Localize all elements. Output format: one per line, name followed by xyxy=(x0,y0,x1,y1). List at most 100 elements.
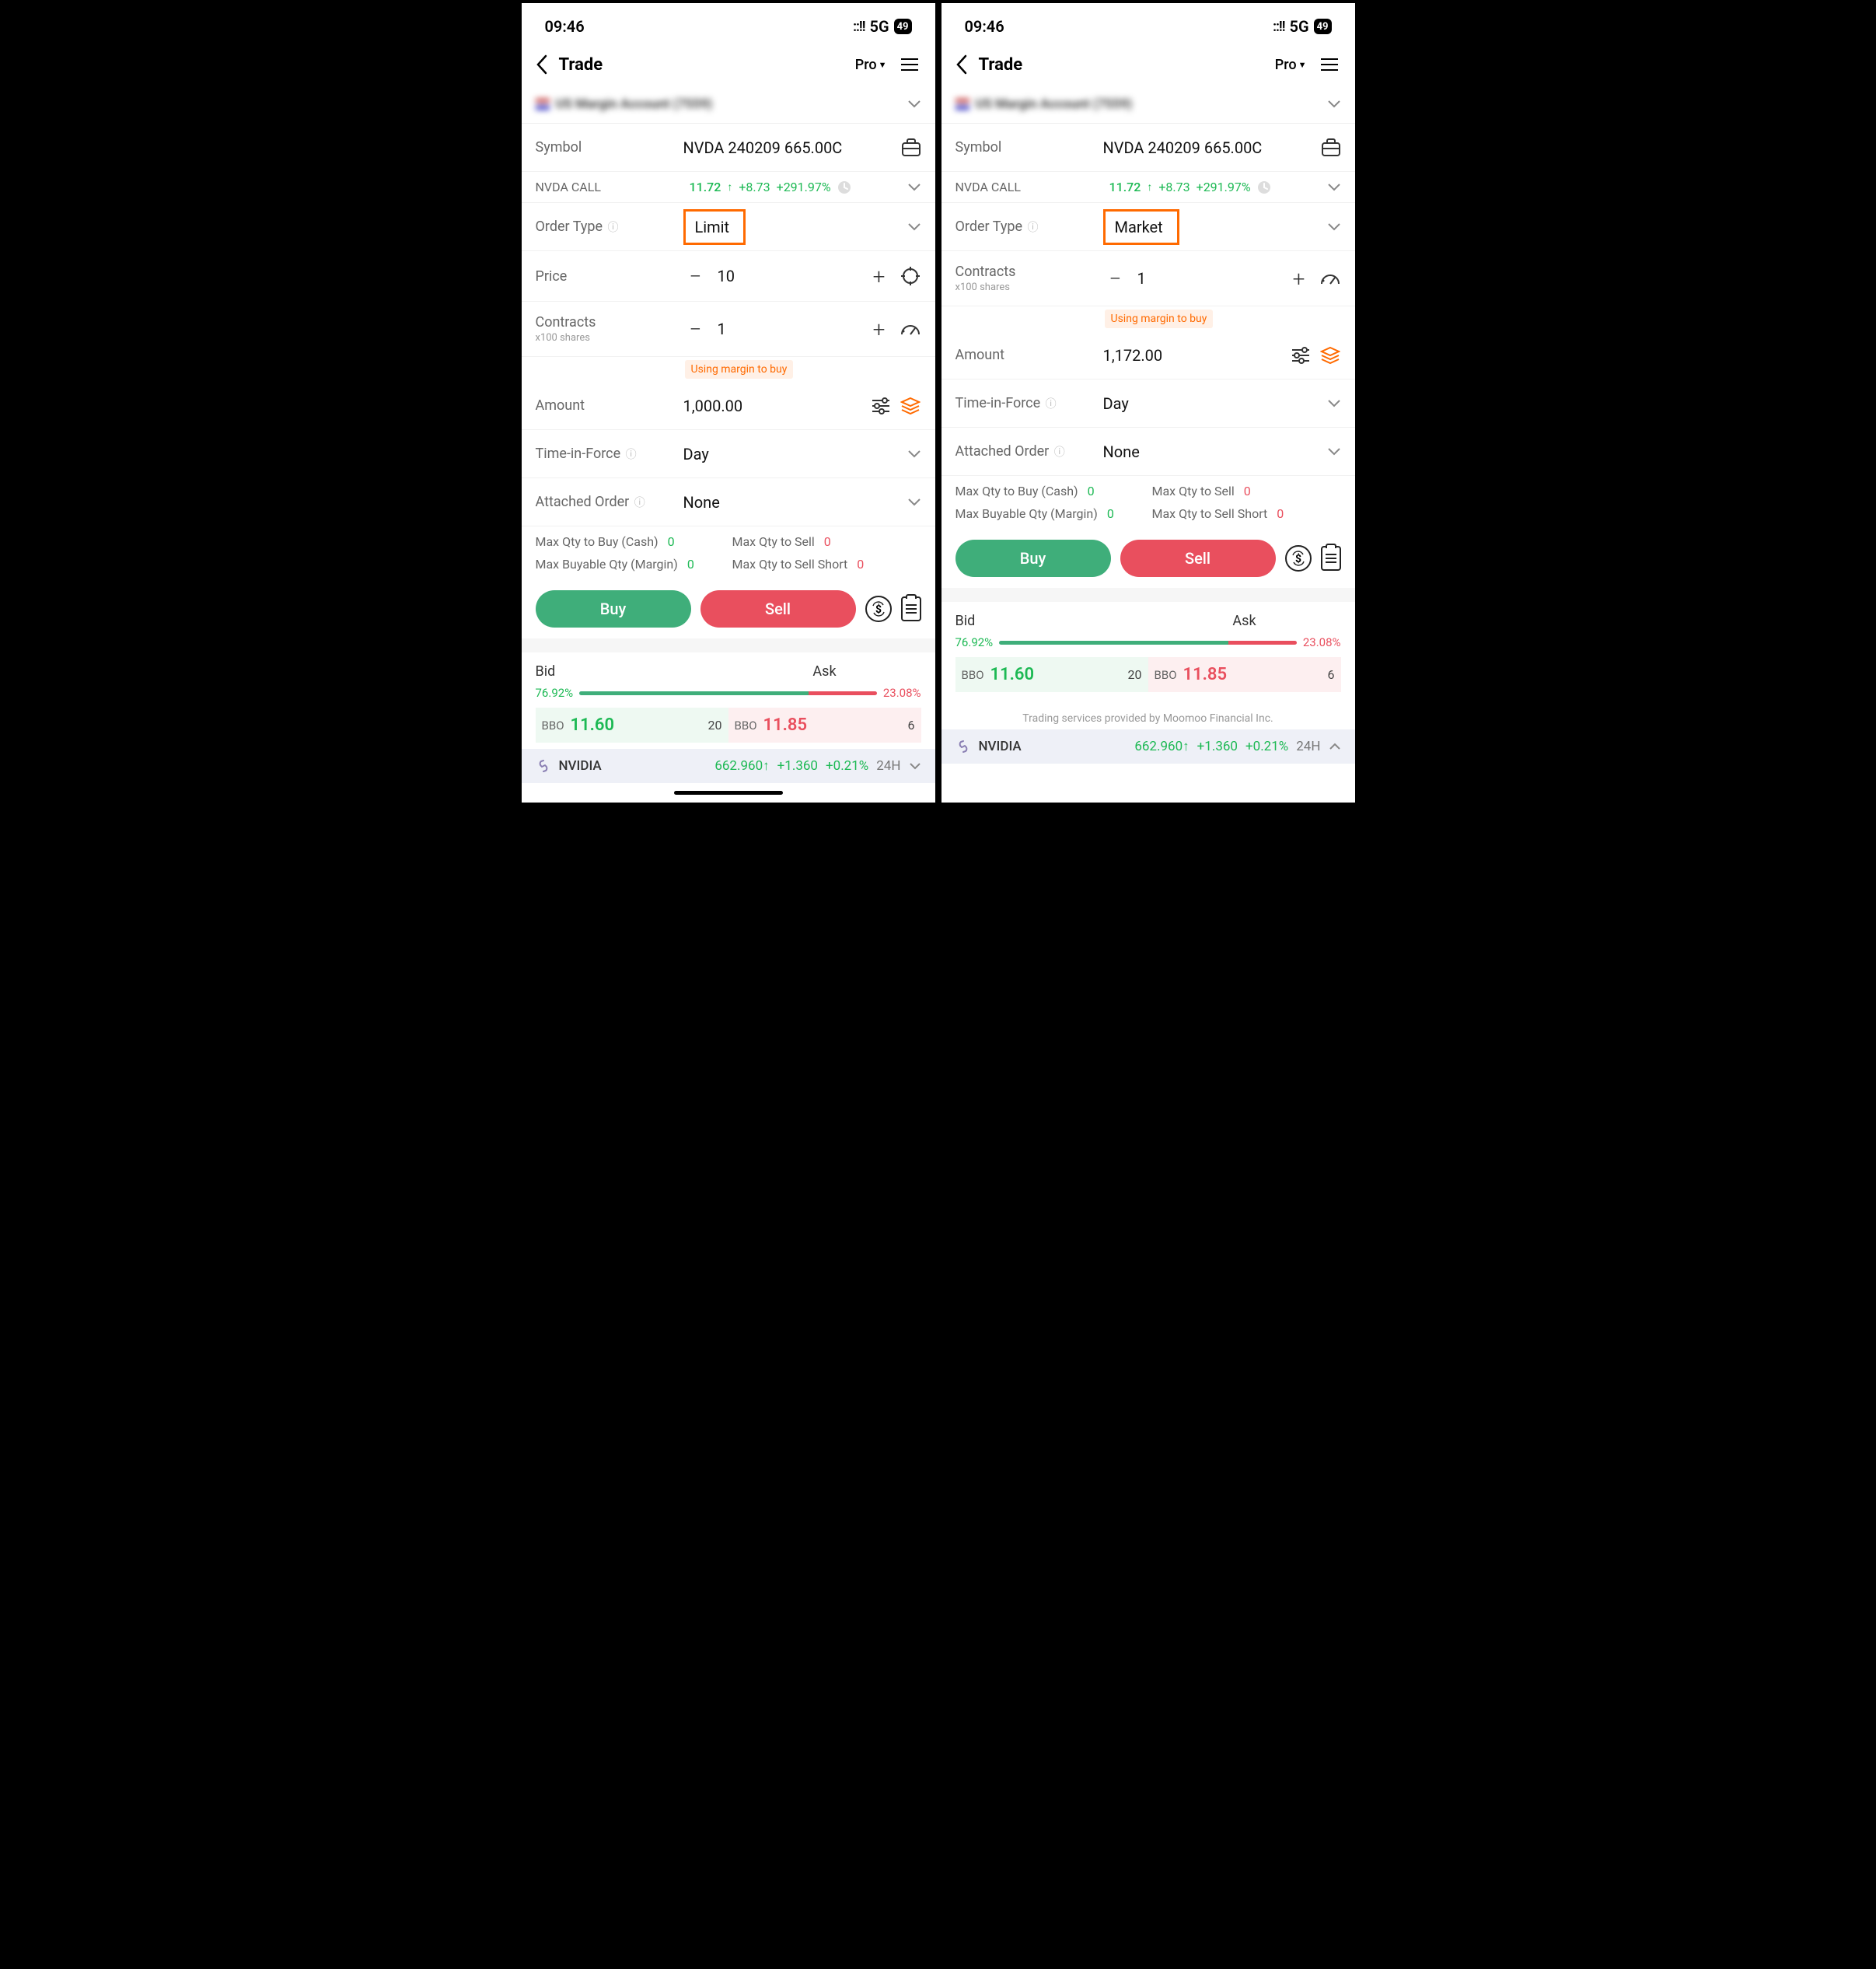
attached-label: Attached Order ⓘ xyxy=(536,494,683,510)
account-row[interactable]: US Margin Account (7559) xyxy=(522,86,935,124)
quote-change: +8.73 xyxy=(739,180,770,194)
flag-icon xyxy=(955,99,969,110)
attached-value: None xyxy=(683,493,907,512)
menu-icon[interactable] xyxy=(898,58,921,71)
pro-toggle[interactable]: Pro▼ xyxy=(1275,57,1307,73)
buy-button[interactable]: Buy xyxy=(955,540,1111,577)
refresh-price-icon[interactable]: $ xyxy=(1285,545,1312,572)
decrement-button[interactable]: − xyxy=(683,264,708,289)
symbol-row[interactable]: Symbol NVDA 240209 665.00C xyxy=(941,124,1355,172)
layers-icon[interactable] xyxy=(900,395,921,417)
ticker-price: 662.960↑ xyxy=(714,758,769,774)
bbo-bid[interactable]: BBO 11.60 20 xyxy=(955,657,1148,692)
contracts-label: Contracts x100 shares xyxy=(955,264,1103,293)
bbo-bid[interactable]: BBO 11.60 20 xyxy=(536,708,728,743)
amount-value[interactable]: 1,172.00 xyxy=(1103,346,1290,365)
info-icon[interactable]: ⓘ xyxy=(1054,446,1065,459)
bbo-ask[interactable]: BBO 11.85 6 xyxy=(728,708,921,743)
decrement-button[interactable]: − xyxy=(683,317,708,341)
back-button[interactable] xyxy=(536,54,548,75)
bbo-row: BBO 11.60 20 BBO 11.85 6 xyxy=(522,708,935,749)
pro-toggle[interactable]: Pro▼ xyxy=(855,57,887,73)
chevron-down-icon xyxy=(1327,183,1341,192)
sell-button[interactable]: Sell xyxy=(1120,540,1276,577)
quote-row[interactable]: NVDA CALL 11.72 ↑ +8.73 +291.97% xyxy=(522,172,935,203)
attached-row[interactable]: Attached Order ⓘ None xyxy=(522,478,935,526)
action-buttons: Buy Sell $ xyxy=(941,529,1355,588)
bbo-ask-price: 11.85 xyxy=(1183,665,1322,684)
up-arrow-icon: ↑ xyxy=(727,180,732,194)
svg-text:$: $ xyxy=(1294,552,1301,565)
briefcase-icon[interactable] xyxy=(1321,138,1341,157)
status-bar: 09:46 ::!! 5G 49 xyxy=(941,3,1355,44)
gauge-icon[interactable] xyxy=(1319,268,1341,289)
ticker-period: 24H xyxy=(1296,739,1320,754)
briefcase-icon[interactable] xyxy=(901,138,921,157)
layers-icon[interactable] xyxy=(1319,344,1341,366)
info-icon[interactable]: ⓘ xyxy=(626,449,637,461)
increment-button[interactable]: + xyxy=(1287,266,1312,291)
price-value[interactable]: 10 xyxy=(718,267,867,285)
order-type-row[interactable]: Order Type ⓘ Market xyxy=(941,203,1355,251)
bbo-ask-tag: BBO xyxy=(735,719,757,733)
chevron-up-icon[interactable] xyxy=(1329,743,1341,750)
bid-label: Bid xyxy=(536,663,728,680)
bbo-ask[interactable]: BBO 11.85 6 xyxy=(1148,657,1341,692)
info-icon[interactable]: ⓘ xyxy=(1046,398,1057,411)
header: Trade Pro▼ xyxy=(522,44,935,86)
max-sell-short-value: 0 xyxy=(857,557,864,572)
clipboard-icon[interactable] xyxy=(901,596,921,621)
buy-button[interactable]: Buy xyxy=(536,590,691,628)
decrement-button[interactable]: − xyxy=(1103,266,1128,291)
max-buy-cash-value: 0 xyxy=(1088,484,1095,498)
tif-row[interactable]: Time-in-Force ⓘ Day xyxy=(941,379,1355,428)
refresh-price-icon[interactable]: $ xyxy=(865,596,892,622)
flag-icon xyxy=(536,99,550,110)
info-icon[interactable]: ⓘ xyxy=(634,497,645,509)
menu-icon[interactable] xyxy=(1318,58,1341,71)
ticker-name: NVIDIA xyxy=(979,739,1022,754)
ticker-period: 24H xyxy=(876,758,900,774)
chevron-down-icon xyxy=(907,498,921,507)
amount-row: Amount 1,172.00 xyxy=(941,331,1355,379)
status-time: 09:46 xyxy=(545,17,585,36)
order-type-label: Order Type ⓘ xyxy=(955,219,1103,235)
ticker-bar[interactable]: NVIDIA 662.960↑ +1.360 +0.21% 24H xyxy=(941,729,1355,764)
pct-bar xyxy=(999,641,1297,645)
max-buy-margin-label: Max Buyable Qty (Margin) xyxy=(536,557,678,572)
contracts-row: Contracts x100 shares − 1 + xyxy=(522,302,935,357)
ask-label: Ask xyxy=(728,663,921,680)
sliders-icon[interactable] xyxy=(870,395,892,417)
chevron-down-icon xyxy=(1327,399,1341,408)
ask-label: Ask xyxy=(1148,613,1341,629)
symbol-label: Symbol xyxy=(955,139,1103,156)
signal-icon: ::!! xyxy=(853,19,865,35)
info-icon[interactable]: ⓘ xyxy=(1027,222,1038,234)
contracts-value[interactable]: 1 xyxy=(718,320,867,338)
increment-button[interactable]: + xyxy=(867,264,892,289)
sell-button[interactable]: Sell xyxy=(700,590,856,628)
chevron-down-icon[interactable] xyxy=(909,762,921,770)
battery-icon: 49 xyxy=(894,19,912,34)
ticker-bar[interactable]: NVIDIA 662.960↑ +1.360 +0.21% 24H xyxy=(522,749,935,783)
max-qty-row-2: Max Buyable Qty (Margin) 0 Max Qty to Se… xyxy=(941,506,1355,529)
crosshair-icon[interactable] xyxy=(900,265,921,287)
back-button[interactable] xyxy=(955,54,968,75)
tif-row[interactable]: Time-in-Force ⓘ Day xyxy=(522,430,935,478)
gauge-icon[interactable] xyxy=(900,318,921,340)
increment-button[interactable]: + xyxy=(867,317,892,341)
ticker-price: 662.960↑ xyxy=(1134,739,1189,754)
order-type-row[interactable]: Order Type ⓘ Limit xyxy=(522,203,935,251)
info-icon[interactable]: ⓘ xyxy=(607,222,618,234)
amount-value[interactable]: 1,000.00 xyxy=(683,397,870,415)
contracts-value[interactable]: 1 xyxy=(1137,269,1287,288)
symbol-row[interactable]: Symbol NVDA 240209 665.00C xyxy=(522,124,935,172)
account-row[interactable]: US Margin Account (7559) xyxy=(941,86,1355,124)
sliders-icon[interactable] xyxy=(1290,344,1312,366)
quote-row[interactable]: NVDA CALL 11.72 ↑ +8.73 +291.97% xyxy=(941,172,1355,203)
clipboard-icon[interactable] xyxy=(1321,546,1341,571)
max-buy-cash-label: Max Qty to Buy (Cash) xyxy=(955,484,1078,498)
chevron-down-icon xyxy=(1327,222,1341,232)
bbo-bid-qty: 20 xyxy=(1128,667,1142,682)
attached-row[interactable]: Attached Order ⓘ None xyxy=(941,428,1355,476)
